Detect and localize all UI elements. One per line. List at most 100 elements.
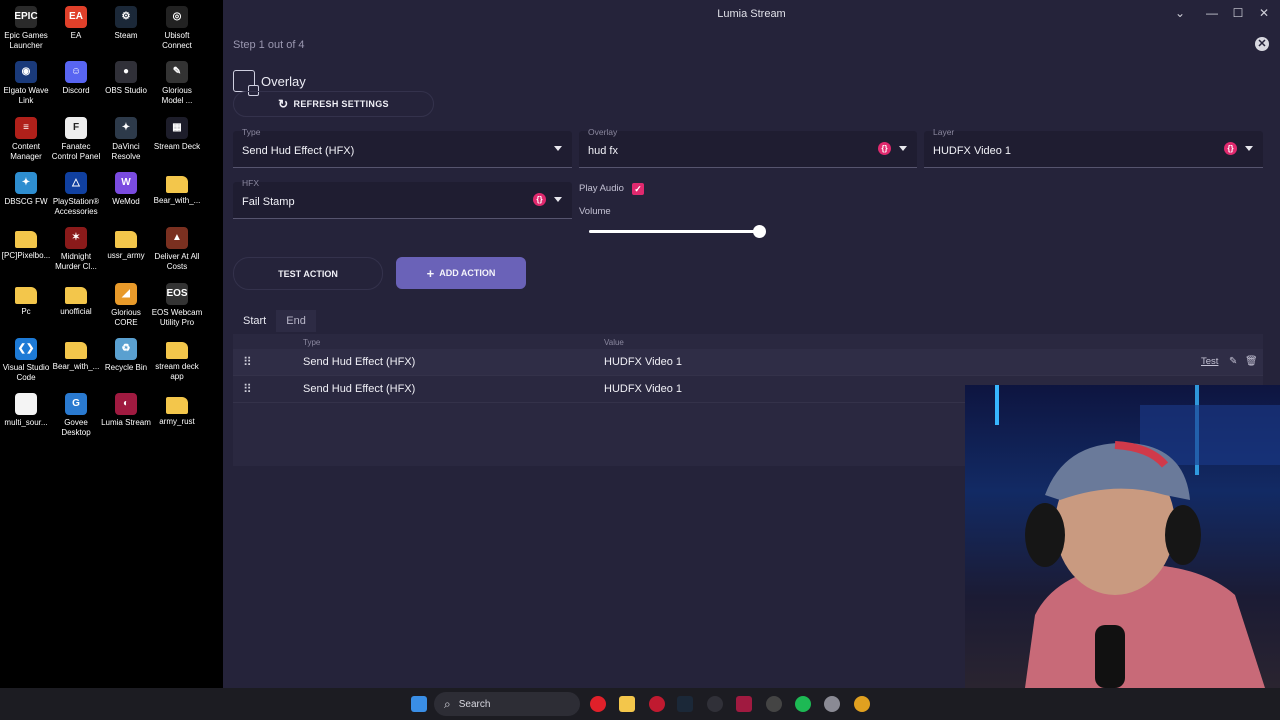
desktop-icon[interactable]: EA EA [50, 2, 102, 41]
desktop-icon[interactable]: ussr_army [100, 223, 152, 261]
desktop-icon[interactable]: ✶ Midnight Murder Cl... [50, 223, 102, 272]
delete-icon[interactable]: 🗑 [1245, 356, 1258, 367]
desktop-icon[interactable]: ◢ Glorious CORE [100, 279, 152, 328]
recycle-bin-icon: ♻ [115, 337, 137, 360]
table-row[interactable]: ⠿ Send Hud Effect (HFX) HUDFX Video 1 Te… [233, 349, 1263, 376]
section-header: Overlay [233, 70, 306, 96]
desktop-icon-label: DaVinci Resolve [111, 141, 141, 161]
taskbar-search[interactable]: ⌕ Search [434, 692, 580, 716]
desktop-icon[interactable]: G Govee Desktop [50, 389, 102, 438]
overlay-select[interactable]: Overlay hud fx {} [579, 127, 917, 168]
desktop-icon[interactable]: unofficial [50, 279, 102, 317]
desktop-icon-label: army_rust [159, 417, 195, 427]
variable-icon[interactable]: {} [533, 193, 546, 206]
row-test-link[interactable]: Test [1201, 356, 1218, 367]
desktop-icon[interactable]: ♻ Recycle Bin [100, 334, 152, 373]
desktop-icon-label: Pc [21, 306, 31, 316]
spotify-icon[interactable] [795, 696, 811, 712]
hfx-select[interactable]: HFX Fail Stamp {} [233, 178, 572, 219]
close-dialog-icon[interactable]: ✕ [1255, 37, 1269, 51]
desktop-icon[interactable]: ✦ DBSCG FW [0, 168, 52, 207]
desktop-icon[interactable]: Bear_with_... [50, 334, 102, 372]
row-value: HUDFX Video 1 [604, 383, 683, 395]
webcam-feed [965, 385, 1280, 688]
desktop-icon[interactable]: ≡ Content Manager [0, 113, 52, 162]
epic-icon: EPIC [14, 6, 38, 28]
desktop-icon-label: Discord [62, 86, 90, 96]
row-type: Send Hud Effect (HFX) [303, 356, 416, 368]
overlay-icon [233, 70, 259, 96]
desktop-icon[interactable]: stream deck app [151, 334, 203, 382]
start-icon[interactable] [411, 696, 427, 712]
type-select[interactable]: Type Send Hud Effect (HFX) [233, 127, 572, 168]
row-type: Send Hud Effect (HFX) [303, 383, 416, 395]
desktop-icon[interactable]: ◎ Ubisoft Connect [151, 2, 203, 51]
edit-icon[interactable]: ✎ [1229, 356, 1237, 367]
desktop-icon-label: Fanatec Control Panel [51, 141, 101, 161]
lumia-icon[interactable] [736, 696, 752, 712]
desktop-icon[interactable]: EOS EOS Webcam Utility Pro [151, 279, 203, 328]
chrome-icon[interactable] [854, 696, 870, 712]
desktop-icon[interactable]: ◉ Elgato Wave Link [0, 57, 52, 106]
layer-label: Layer [933, 127, 955, 137]
caret-down-icon [899, 146, 907, 151]
variable-icon[interactable]: {} [878, 142, 891, 155]
file-explorer-icon[interactable] [619, 696, 635, 712]
play-audio-checkbox[interactable]: ✓ [632, 183, 644, 195]
app-icon[interactable] [766, 696, 782, 712]
tab-start[interactable]: Start [233, 310, 276, 332]
desktop-icon-label: PlayStation® Accessories [52, 196, 100, 216]
folder-icon [166, 175, 188, 193]
discord-icon: ☺ [65, 61, 87, 84]
folder-icon [65, 341, 87, 359]
row-value: HUDFX Video 1 [604, 356, 683, 368]
desktop-icon-label: Deliver At All Costs [154, 252, 200, 272]
opera-gx-icon[interactable] [649, 696, 665, 712]
desktop-icon[interactable]: Bear_with_... [151, 168, 203, 206]
desktop-icon[interactable]: ▲ Deliver At All Costs [151, 223, 203, 272]
desktop-icon-label: Ubisoft Connect [162, 31, 192, 50]
desktop-icon-label: EOS Webcam Utility Pro [151, 307, 203, 327]
volume-fill [589, 230, 759, 233]
steam-icon[interactable] [677, 696, 693, 712]
tab-end[interactable]: End [276, 310, 316, 332]
desktop-icon[interactable]: EPIC Epic Games Launcher [0, 2, 52, 51]
refresh-settings-button[interactable]: ↻ REFRESH SETTINGS [233, 91, 434, 117]
add-action-button[interactable]: + ADD ACTION [396, 257, 526, 289]
volume-slider[interactable] [589, 225, 766, 238]
desktop-icon[interactable]: ✎ Glorious Model ... [151, 57, 203, 106]
variable-icon[interactable]: {} [1224, 142, 1237, 155]
close-window-button[interactable]: ✕ [1257, 6, 1271, 20]
desktop-icon[interactable]: W WeMod [100, 168, 152, 207]
section-title: Overlay [261, 73, 306, 89]
drag-handle-icon[interactable]: ⠿ [243, 355, 252, 369]
chevron-down-icon[interactable]: ⌄ [1173, 6, 1187, 20]
desktop-icon[interactable]: ◐ Lumia Stream [100, 389, 152, 428]
desktop-icon[interactable]: △ PlayStation® Accessories [50, 168, 102, 217]
layer-select[interactable]: Layer HUDFX Video 1 {} [924, 127, 1263, 168]
desktop-icon-label: WeMod [112, 196, 140, 206]
desktop-icon-label: Steam [114, 31, 138, 40]
taskbar: ⌕ Search [0, 688, 1280, 720]
desktop-icon[interactable]: ▦ Stream Deck [151, 113, 203, 152]
obs-icon[interactable] [707, 696, 723, 712]
desktop-icon[interactable]: [PC]Pixelbo... [0, 223, 52, 261]
desktop-icon[interactable]: ❮❯ Visual Studio Code [0, 334, 52, 383]
desktop-icon[interactable]: Pc [0, 279, 52, 317]
volume-thumb[interactable] [753, 225, 766, 238]
settings-icon[interactable] [824, 696, 840, 712]
minimize-button[interactable]: — [1205, 6, 1219, 20]
caret-down-icon [554, 146, 562, 151]
desktop-icon[interactable]: ☺ Discord [50, 57, 102, 96]
desktop-icon[interactable]: multi_sour... [0, 389, 52, 428]
drag-handle-icon[interactable]: ⠿ [243, 382, 252, 396]
desktop-icon[interactable]: ● OBS Studio [100, 57, 152, 96]
desktop-icon[interactable]: army_rust [151, 389, 203, 427]
opera-icon[interactable] [590, 696, 606, 712]
maximize-button[interactable]: ☐ [1231, 6, 1245, 20]
desktop-icon[interactable]: ✦ DaVinci Resolve [100, 113, 152, 162]
desktop-icon-label: Bear_with_... [153, 195, 201, 205]
test-action-button[interactable]: TEST ACTION [233, 257, 383, 290]
desktop-icon[interactable]: F Fanatec Control Panel [50, 113, 102, 162]
desktop-icon[interactable]: ⚙ Steam [100, 2, 152, 41]
